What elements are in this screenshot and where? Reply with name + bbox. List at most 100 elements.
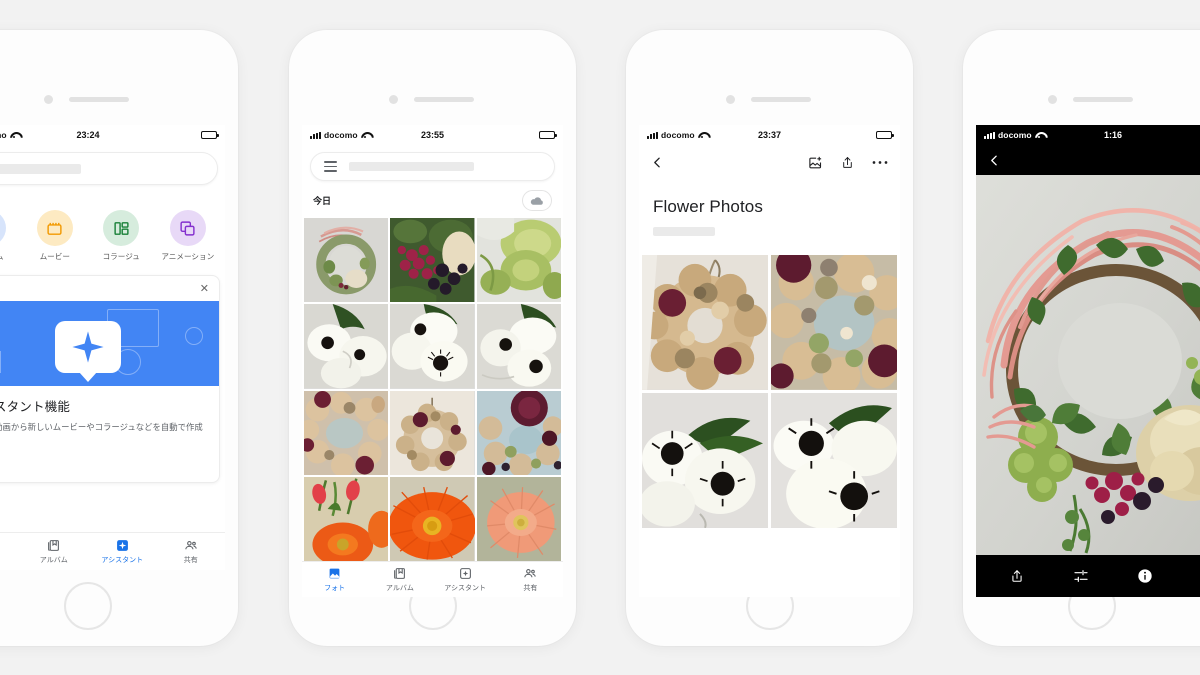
battery-icon — [876, 131, 894, 139]
share-button[interactable] — [1010, 568, 1024, 584]
bottom-tab-bar: ト アルバム — [0, 532, 225, 570]
phone-photo-viewer: docomo 1:16 — [963, 30, 1200, 646]
assistant-tip-card: ヒント ✕ アシスタント機能 写 — [0, 275, 220, 484]
home-button[interactable] — [64, 582, 112, 630]
tip-banner — [0, 301, 219, 386]
earpiece-speaker — [69, 97, 129, 102]
tab-label: アルバム — [385, 584, 414, 592]
photo-thumbnail[interactable] — [390, 477, 475, 562]
phone4-screen: docomo 1:16 — [976, 125, 1200, 597]
hamburger-menu-icon[interactable] — [324, 161, 337, 172]
more-horizontal-icon[interactable] — [872, 160, 888, 165]
tab-label: 共有 — [183, 556, 198, 564]
viewer-bottom-bar — [976, 555, 1200, 597]
quick-action-label: アニメーション — [161, 252, 215, 261]
phone-album-detail: docomo 23:37 Flower Photos — [626, 30, 913, 646]
search-placeholder-redacted — [0, 163, 82, 174]
tab-assistant[interactable]: アシスタント — [433, 567, 498, 593]
photo-thumbnail[interactable] — [642, 392, 768, 528]
front-camera-dot — [389, 95, 398, 104]
quick-action-collage[interactable]: コラージュ — [88, 210, 155, 262]
tab-albums[interactable]: アルバム — [20, 539, 89, 565]
photo-thumbnail[interactable] — [476, 218, 561, 303]
status-bar: docomo 23:24 — [0, 125, 225, 145]
photo-thumbnail[interactable] — [390, 304, 475, 389]
tab-label: アシスタント — [101, 556, 144, 564]
photo-thumbnail[interactable] — [476, 390, 561, 476]
phone3-screen: docomo 23:37 Flower Photos — [639, 125, 900, 597]
tab-sharing[interactable]: 共有 — [157, 539, 226, 565]
photo-thumbnail[interactable] — [304, 477, 389, 562]
status-bar: docomo 1:16 — [976, 125, 1200, 145]
section-title — [0, 185, 225, 206]
photo-thumbnail[interactable] — [304, 218, 389, 303]
tip-title: アシスタント機能 — [0, 400, 71, 414]
tip-ok-button[interactable]: OK — [0, 451, 219, 482]
tab-sharing[interactable]: 共有 — [498, 567, 563, 593]
photo-thumbnail[interactable] — [390, 390, 475, 476]
earpiece-speaker — [751, 97, 811, 102]
search-input[interactable] — [310, 152, 555, 182]
collage-icon — [103, 210, 140, 246]
assistant-icon — [459, 567, 472, 580]
quick-action-animation[interactable]: アニメーション — [155, 210, 222, 262]
banner-deco-dot — [185, 327, 203, 345]
phone-photos-grid: docomo 23:55 今日 フォト アルバム アシスタント 共有 — [289, 30, 576, 646]
phone-assistant: docomo 23:24 — [0, 30, 238, 646]
tab-assistant[interactable]: アシスタント — [88, 539, 157, 565]
photo-thumbnail[interactable] — [476, 477, 561, 562]
status-bar: docomo 23:55 — [302, 125, 563, 145]
animation-icon — [169, 210, 206, 246]
info-button[interactable] — [1137, 568, 1153, 584]
photo-thumbnail[interactable] — [304, 390, 389, 476]
front-camera-dot — [44, 95, 53, 104]
viewer-top-bar — [976, 145, 1200, 175]
quick-action-album[interactable]: アルバム — [0, 210, 22, 262]
movie-icon — [36, 210, 73, 246]
quick-action-label: ムービー — [39, 252, 70, 261]
cloud-icon[interactable] — [522, 190, 552, 212]
photo-thumbnail[interactable] — [771, 392, 897, 528]
tab-photos[interactable]: フォト — [302, 567, 367, 593]
photo-thumbnail[interactable] — [304, 304, 389, 389]
search-placeholder-redacted — [349, 162, 474, 172]
quick-action-label: コラージュ — [102, 252, 140, 261]
banner-deco-square — [0, 351, 1, 373]
albums-icon — [47, 539, 60, 552]
share-icon[interactable] — [841, 155, 854, 170]
tab-photos[interactable]: ト — [0, 539, 20, 565]
earpiece-speaker — [414, 97, 474, 102]
close-icon[interactable]: ✕ — [200, 284, 209, 295]
phone2-screen: docomo 23:55 今日 フォト アルバム アシスタント 共有 — [302, 125, 563, 597]
album-icon — [0, 210, 7, 246]
tip-card-body: アシスタント機能 写真や動画から新しいムービーやコラージュなどを自動で作成します — [0, 386, 219, 451]
quick-action-movie[interactable]: ムービー — [22, 210, 89, 262]
photo-thumbnail[interactable] — [771, 255, 897, 390]
phone1-screen: docomo 23:24 — [0, 125, 225, 570]
add-photo-icon[interactable] — [808, 155, 823, 170]
assistant-icon — [116, 539, 129, 552]
tab-albums[interactable]: アルバム — [367, 567, 432, 593]
earpiece-speaker — [1073, 97, 1133, 102]
tab-label: 共有 — [523, 584, 538, 592]
front-camera-dot — [1048, 95, 1057, 104]
status-time: 1:16 — [1103, 130, 1122, 140]
photo-thumbnail[interactable] — [642, 255, 768, 390]
status-time: 23:24 — [76, 130, 100, 140]
album-photo-grid — [639, 255, 900, 528]
back-chevron-icon[interactable] — [988, 152, 1001, 169]
photo-thumbnail[interactable] — [390, 218, 475, 303]
assistant-sparkle-icon — [55, 321, 121, 373]
tip-card-header: ヒント ✕ — [0, 276, 219, 301]
albums-icon — [393, 567, 406, 580]
back-chevron-icon[interactable] — [651, 154, 664, 171]
edit-button[interactable] — [1073, 568, 1089, 584]
photos-icon — [328, 567, 341, 580]
album-subtitle-redacted — [653, 227, 715, 236]
status-bar: docomo 23:37 — [639, 125, 900, 145]
search-input[interactable] — [0, 152, 218, 185]
photo-viewer-image[interactable] — [976, 175, 1200, 555]
date-header-row: 今日 — [302, 181, 563, 218]
date-label: 今日 — [313, 196, 332, 207]
photo-thumbnail[interactable] — [476, 304, 561, 389]
